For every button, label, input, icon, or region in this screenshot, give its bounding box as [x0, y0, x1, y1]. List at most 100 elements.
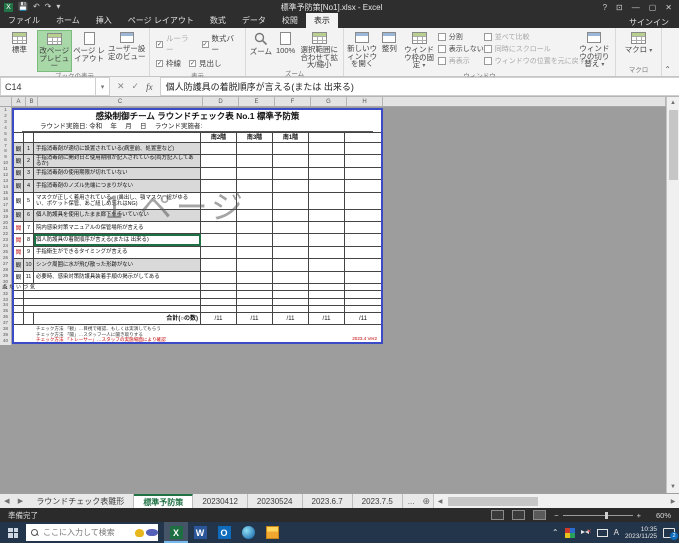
- item-text-cell[interactable]: マスクが正しく着用されている。(鼻出し、顎マスク、紐がゆるい、ポケット保管、あご…: [34, 193, 201, 209]
- reset-window-position-button[interactable]: ウィンドウの位置を元に戻す: [484, 56, 576, 66]
- taskbar-clock[interactable]: 10:35 2023/11/25: [625, 526, 657, 540]
- scroll-up-icon[interactable]: ▲: [667, 97, 679, 109]
- taskbar-outlook-button[interactable]: O: [212, 522, 236, 543]
- freeze-panes-button[interactable]: ウィンドウ枠の固定 ▾: [400, 30, 437, 72]
- new-window-button[interactable]: 新しいウィンドウを開く: [346, 30, 378, 69]
- tab-page-layout[interactable]: ページ レイアウト: [120, 13, 202, 28]
- gridlines-checkbox[interactable]: ✓ 枠線: [156, 58, 181, 69]
- page-break-preview-button[interactable]: 改ページ プレビュー: [37, 30, 72, 72]
- minimize-button[interactable]: —: [632, 3, 640, 12]
- sheet-tab-overflow[interactable]: ...: [403, 494, 420, 508]
- taskbar-excel-button[interactable]: X: [164, 522, 188, 543]
- ribbon-display-options-button[interactable]: ⊡: [616, 3, 623, 12]
- sheet-tab-template[interactable]: ラウンドチェック表雛形: [27, 494, 134, 508]
- checklist-row-6[interactable]: 観 6 個人防護具を使用したまま廊下を歩いていない: [14, 210, 381, 222]
- horizontal-scroll-thumb[interactable]: [448, 497, 538, 506]
- item-text-cell[interactable]: 手指消毒剤の使用期限が切れていない: [34, 168, 201, 179]
- scroll-right-icon[interactable]: ▶: [667, 498, 679, 505]
- column-header-rest[interactable]: [383, 97, 666, 106]
- new-sheet-button[interactable]: ⊕: [419, 494, 433, 508]
- item-text-cell[interactable]: 手指衛生ができるタイミングが言える: [34, 247, 201, 258]
- tab-formulas[interactable]: 数式: [202, 13, 234, 28]
- total-cell[interactable]: /11: [309, 313, 345, 324]
- checklist-row-2[interactable]: 観 2 手指消毒剤に開封日と使用期限が記入されている(両方記入してあるか): [14, 155, 381, 167]
- sheet-tab-20230412[interactable]: 20230412: [193, 494, 248, 508]
- tab-view[interactable]: 表示: [306, 13, 338, 28]
- row-numbers[interactable]: 1234567891011121314151617181920212223242…: [0, 107, 12, 345]
- cancel-entry-icon[interactable]: ✕: [117, 81, 125, 92]
- formula-input[interactable]: 個人防護具の着脱順序が言える(または 出来る): [160, 77, 679, 96]
- vertical-scrollbar[interactable]: ▲ ▼: [666, 97, 679, 493]
- select-all-corner[interactable]: [0, 97, 12, 106]
- page-layout-status-button[interactable]: [512, 510, 525, 520]
- item-text-cell[interactable]: 個人防護具を使用したまま廊下を歩いていない: [34, 210, 201, 221]
- item-text-cell[interactable]: 手指消毒剤に開封日と使用期限が記入されている(両方記入してあるか): [34, 155, 201, 166]
- zoom-100-button[interactable]: 100%: [274, 30, 298, 56]
- display-icon[interactable]: [597, 529, 608, 537]
- collapse-ribbon-button[interactable]: ⌃: [664, 65, 671, 74]
- muted-speaker-icon[interactable]: ✕: [581, 528, 591, 537]
- unhide-button[interactable]: 再表示: [438, 56, 484, 66]
- tab-file[interactable]: ファイル: [0, 13, 48, 28]
- total-row[interactable]: 合計(○の数) /11 /11 /11 /11 /11: [14, 313, 381, 325]
- tab-data[interactable]: データ: [234, 13, 274, 28]
- zoom-button[interactable]: ズーム: [248, 30, 274, 57]
- formula-bar-checkbox[interactable]: ✓ 数式バー: [202, 33, 240, 55]
- arrange-all-button[interactable]: 整列: [378, 30, 400, 54]
- zoom-out-icon[interactable]: −: [554, 511, 558, 520]
- total-cell[interactable]: /11: [273, 313, 309, 324]
- horizontal-scrollbar[interactable]: ◀ ▶: [433, 494, 679, 508]
- sheet-tab-2023-7-5[interactable]: 2023.7.5: [353, 494, 403, 508]
- search-input[interactable]: [43, 528, 129, 537]
- column-header-d[interactable]: D: [203, 97, 239, 106]
- vertical-scroll-thumb[interactable]: [669, 110, 678, 180]
- view-side-by-side-button[interactable]: 並べて比較: [484, 32, 576, 42]
- zoom-slider[interactable]: − +: [554, 511, 641, 520]
- checklist-row-1[interactable]: 観 1 手指消毒剤が適切に設置されている(病室前、処置室など): [14, 143, 381, 155]
- ruler-checkbox[interactable]: ✓ ルーラー: [156, 33, 194, 55]
- checklist-row-3[interactable]: 観 3 手指消毒剤の使用期限が切れていない: [14, 168, 381, 180]
- normal-view-button[interactable]: 標準: [2, 30, 37, 55]
- notice-row[interactable]: 気づいた点: [14, 284, 381, 291]
- selected-cell-c14[interactable]: 個人防護具の着脱順序が言える(または 出来る): [34, 234, 201, 245]
- name-box[interactable]: [0, 77, 96, 96]
- sheet-tab-2023-6-7[interactable]: 2023.6.7: [303, 494, 353, 508]
- name-box-dropdown-icon[interactable]: ▾: [96, 77, 110, 96]
- sheet-nav-left-icon[interactable]: ◀: [0, 494, 14, 508]
- hidden-icons-chevron-icon[interactable]: ⌃: [552, 528, 559, 537]
- close-button[interactable]: ✕: [665, 3, 672, 12]
- zoom-slider-thumb[interactable]: [605, 512, 608, 519]
- scroll-down-icon[interactable]: ▼: [667, 481, 679, 493]
- checklist-row-4[interactable]: 観 4 手指消毒剤のノズル先端につまりがない: [14, 180, 381, 192]
- zoom-to-selection-button[interactable]: 選択範囲に合わせて拡大/縮小: [297, 30, 341, 70]
- column-header-a[interactable]: A: [12, 97, 26, 106]
- ime-mode-indicator[interactable]: A: [614, 528, 619, 537]
- confirm-entry-icon[interactable]: ✓: [132, 81, 140, 92]
- item-text-cell[interactable]: 手指消毒剤が適切に設置されている(病室前、処置室など): [34, 143, 201, 154]
- notice-row[interactable]: [14, 299, 381, 306]
- total-cell[interactable]: /11: [237, 313, 273, 324]
- taskbar-search[interactable]: [26, 524, 158, 541]
- normal-view-status-button[interactable]: [491, 510, 504, 520]
- split-button[interactable]: 分割: [438, 32, 484, 42]
- checklist-row-7[interactable]: 聞 7 院内感染対策マニュアルの保管場所が言える: [14, 222, 381, 234]
- zoom-in-icon[interactable]: +: [637, 511, 641, 520]
- restore-button[interactable]: ▢: [649, 3, 657, 12]
- action-center-icon[interactable]: 2: [663, 528, 675, 538]
- start-button[interactable]: [0, 522, 26, 543]
- hide-button[interactable]: 表示しない: [438, 44, 484, 54]
- tab-home[interactable]: ホーム: [48, 13, 88, 28]
- tab-review[interactable]: 校閲: [274, 13, 306, 28]
- undo-button[interactable]: ↶: [33, 3, 40, 11]
- synchronous-scrolling-button[interactable]: 同時にスクロール: [484, 44, 576, 54]
- total-cell[interactable]: /11: [201, 313, 237, 324]
- column-header-f[interactable]: F: [275, 97, 311, 106]
- zoom-percentage[interactable]: 60%: [649, 511, 671, 520]
- total-cell[interactable]: /11: [345, 313, 381, 324]
- notice-row[interactable]: [14, 306, 381, 313]
- scroll-left-icon[interactable]: ◀: [434, 498, 446, 505]
- taskbar-explorer-button[interactable]: [260, 522, 284, 543]
- custom-views-button[interactable]: ユーザー設定のビュー: [106, 30, 147, 61]
- item-text-cell[interactable]: 手指消毒剤のノズル先端につまりがない: [34, 180, 201, 191]
- column-header-e[interactable]: E: [239, 97, 275, 106]
